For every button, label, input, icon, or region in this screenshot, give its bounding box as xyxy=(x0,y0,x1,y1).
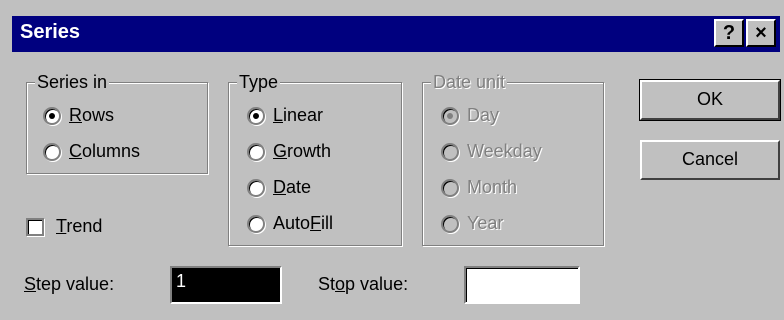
radio-date[interactable]: Date xyxy=(247,177,311,198)
radio-linear[interactable]: Linear xyxy=(247,105,323,126)
radio-date-label: Date xyxy=(273,177,312,197)
radio-rows[interactable]: Rows xyxy=(43,105,114,126)
radio-selected-dot xyxy=(447,112,453,119)
radio-button-icon xyxy=(247,142,265,161)
ok-button[interactable]: OK xyxy=(639,79,781,121)
type-legend: Type xyxy=(237,72,281,93)
title-bar[interactable]: Series ? × xyxy=(12,16,780,52)
radio-button-icon xyxy=(247,106,265,125)
radio-button-icon xyxy=(441,142,459,161)
radio-button-icon xyxy=(43,106,61,125)
dialog-body: Series in Rows Columns Type Linear Growt… xyxy=(12,56,781,318)
trend-checkbox[interactable] xyxy=(26,218,44,236)
trend-label[interactable]: Trend xyxy=(56,216,102,237)
radio-selected-dot xyxy=(253,112,259,119)
radio-button-icon xyxy=(441,106,459,125)
type-group: Type Linear Growth Date AutoFill xyxy=(228,72,402,246)
window-title: Series xyxy=(20,21,81,43)
radio-day: Day xyxy=(441,105,499,126)
series-in-group: Series in Rows Columns xyxy=(26,72,208,174)
radio-selected-dot xyxy=(49,112,55,119)
step-value-selection xyxy=(172,268,280,302)
step-value-text: 1 xyxy=(176,271,187,291)
close-icon[interactable]: × xyxy=(746,19,776,47)
series-dialog: Series ? × Series in Rows Columns Type L… xyxy=(0,0,784,320)
help-icon[interactable]: ? xyxy=(714,19,744,47)
step-value-label: Step value: xyxy=(24,274,115,294)
radio-button-icon xyxy=(43,142,61,161)
radio-year: Year xyxy=(441,213,503,234)
stop-value-label: Stop value: xyxy=(318,274,409,294)
radio-autofill[interactable]: AutoFill xyxy=(247,213,333,234)
stop-value-input[interactable] xyxy=(464,266,580,304)
step-value-input[interactable]: 1 xyxy=(170,266,282,304)
radio-columns-label: Columns xyxy=(69,141,141,161)
radio-year-label: Year xyxy=(467,213,504,233)
radio-month-label: Month xyxy=(467,177,518,197)
date-unit-group: Date unit Day Weekday Month Year xyxy=(422,72,604,246)
stop-value-inner xyxy=(466,268,578,302)
radio-rows-label: Rows xyxy=(69,105,115,125)
radio-weekday: Weekday xyxy=(441,141,542,162)
series-in-legend: Series in xyxy=(35,72,110,93)
radio-autofill-label: AutoFill xyxy=(273,213,334,233)
radio-growth[interactable]: Growth xyxy=(247,141,331,162)
radio-day-label: Day xyxy=(467,105,500,125)
radio-button-icon xyxy=(247,214,265,233)
radio-month: Month xyxy=(441,177,517,198)
radio-button-icon xyxy=(441,214,459,233)
radio-button-icon xyxy=(441,178,459,197)
cancel-button[interactable]: Cancel xyxy=(640,140,780,180)
radio-growth-label: Growth xyxy=(273,141,332,161)
radio-linear-label: Linear xyxy=(273,105,324,125)
radio-weekday-label: Weekday xyxy=(467,141,542,161)
radio-button-icon xyxy=(247,178,265,197)
date-unit-legend: Date unit xyxy=(431,72,508,93)
radio-columns[interactable]: Columns xyxy=(43,141,140,162)
